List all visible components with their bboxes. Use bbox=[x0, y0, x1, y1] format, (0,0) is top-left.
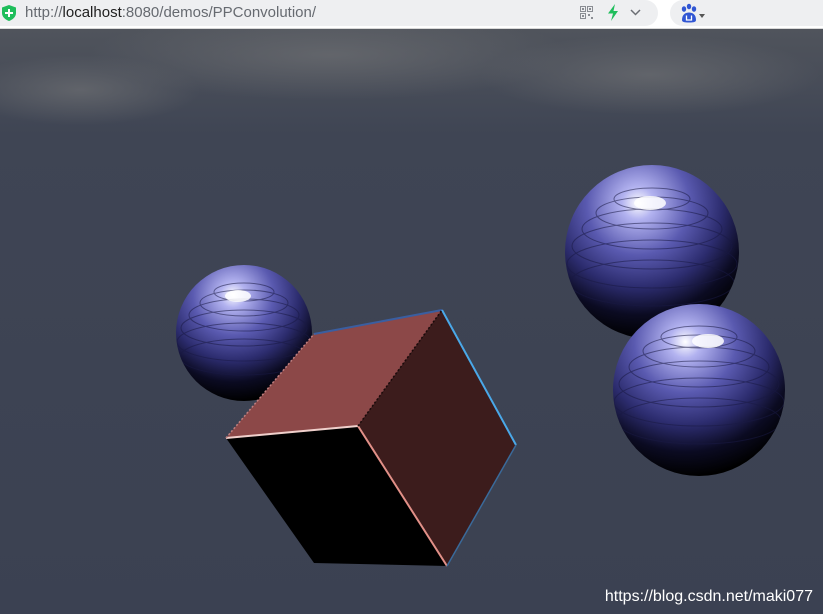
url-text[interactable]: http://localhost:8080/demos/PPConvolutio… bbox=[25, 4, 316, 21]
small-caret-down-icon[interactable] bbox=[699, 14, 705, 18]
url-field[interactable]: http://localhost:8080/demos/PPConvolutio… bbox=[0, 0, 658, 26]
paw-icon[interactable] bbox=[679, 3, 699, 23]
webgl-canvas[interactable]: https://blog.csdn.net/maki077 bbox=[0, 29, 823, 614]
shield-plus-icon[interactable] bbox=[2, 5, 16, 21]
qr-code-icon[interactable] bbox=[580, 6, 593, 19]
watermark-text: https://blog.csdn.net/maki077 bbox=[604, 588, 813, 605]
lightning-bolt-icon[interactable] bbox=[606, 4, 620, 21]
url-path: :8080/demos/PPConvolution/ bbox=[121, 4, 317, 21]
sphere-right-bottom bbox=[613, 304, 785, 476]
cloud-texture bbox=[480, 35, 820, 115]
url-host: localhost bbox=[62, 4, 122, 21]
scene-render bbox=[0, 29, 823, 614]
chevron-down-icon[interactable] bbox=[630, 8, 641, 17]
url-prefix: http:// bbox=[25, 4, 63, 21]
browser-address-bar: http://localhost:8080/demos/PPConvolutio… bbox=[0, 0, 823, 29]
